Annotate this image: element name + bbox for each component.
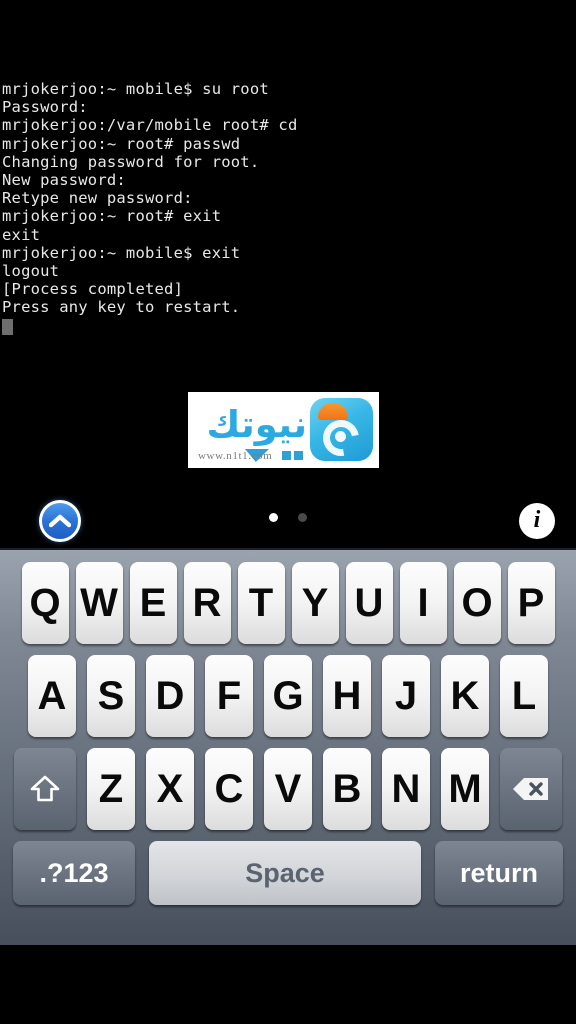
- terminal-line: Retype new password:: [2, 189, 193, 208]
- info-button[interactable]: i: [519, 503, 555, 539]
- brand-mark-icon: [310, 398, 373, 461]
- terminal-line: mrjokerjoo:~ mobile$ exit: [2, 243, 241, 262]
- keyboard-row-4: .?123 Space return: [0, 841, 576, 905]
- page-indicator-dots[interactable]: [0, 513, 576, 522]
- terminal-cursor: [2, 318, 13, 335]
- brand-mark-dot: [335, 431, 346, 442]
- key-g[interactable]: G: [264, 655, 312, 737]
- key-s[interactable]: S: [87, 655, 135, 737]
- watermark-bars-icon: [282, 451, 303, 460]
- terminal-line: [Process completed]: [2, 280, 184, 299]
- key-x[interactable]: X: [146, 748, 194, 830]
- key-y[interactable]: Y: [291, 562, 339, 644]
- keyboard-row-3: Z X C V B N M: [0, 748, 576, 830]
- key-f[interactable]: F: [205, 655, 253, 737]
- key-u[interactable]: U: [345, 562, 393, 644]
- key-numbers-symbols[interactable]: .?123: [13, 841, 135, 905]
- key-h[interactable]: H: [323, 655, 371, 737]
- key-j[interactable]: J: [382, 655, 430, 737]
- key-q[interactable]: Q: [21, 562, 69, 644]
- watermark-bar: [294, 451, 303, 460]
- key-p[interactable]: P: [507, 562, 555, 644]
- key-t[interactable]: T: [237, 562, 285, 644]
- info-icon: i: [533, 507, 541, 533]
- key-m[interactable]: M: [441, 748, 489, 830]
- terminal-line: New password:: [2, 171, 126, 190]
- key-c[interactable]: C: [205, 748, 253, 830]
- watermark-logo: نيوتك www.n1t1.com: [188, 392, 379, 468]
- key-backspace[interactable]: [500, 748, 562, 830]
- key-a[interactable]: A: [28, 655, 76, 737]
- key-e[interactable]: E: [129, 562, 177, 644]
- page-dot-1[interactable]: [269, 513, 278, 522]
- terminal-line: exit: [2, 225, 41, 244]
- terminal-line: mrjokerjoo:~ root# passwd: [2, 134, 241, 153]
- key-n[interactable]: N: [382, 748, 430, 830]
- key-z[interactable]: Z: [87, 748, 135, 830]
- key-r[interactable]: R: [183, 562, 231, 644]
- terminal-line: mrjokerjoo:~ mobile$ su root: [2, 80, 269, 98]
- terminal-output: mrjokerjoo:~ mobile$ su root Password: m…: [2, 80, 576, 335]
- keyboard-row-2: A S D F G H J K L: [0, 655, 576, 737]
- terminal-line: logout: [2, 262, 60, 281]
- page-dot-2[interactable]: [298, 513, 307, 522]
- terminal-line: mrjokerjoo:/var/mobile root# cd: [2, 116, 298, 135]
- key-w[interactable]: W: [75, 562, 123, 644]
- terminal-line: mrjokerjoo:~ root# exit: [2, 207, 222, 226]
- watermark-arabic-text: نيوتك: [206, 403, 308, 446]
- watermark-url: www.n1t1.com: [198, 450, 273, 462]
- key-return[interactable]: return: [435, 841, 563, 905]
- terminal-line: Password:: [2, 98, 88, 117]
- key-b[interactable]: B: [323, 748, 371, 830]
- onscreen-keyboard: Q W E R T Y U I O P A S D F G H J K L Z …: [0, 548, 576, 945]
- brand-mark-orange-accent: [318, 403, 348, 420]
- key-k[interactable]: K: [441, 655, 489, 737]
- shift-arrow-up-icon: [29, 774, 61, 804]
- watermark-bar: [282, 451, 291, 460]
- key-space[interactable]: Space: [149, 841, 421, 905]
- key-o[interactable]: O: [453, 562, 501, 644]
- key-shift[interactable]: [14, 748, 76, 830]
- key-i[interactable]: I: [399, 562, 447, 644]
- key-v[interactable]: V: [264, 748, 312, 830]
- key-l[interactable]: L: [500, 655, 548, 737]
- terminal-line: Changing password for root.: [2, 152, 260, 171]
- terminal-line: Press any key to restart.: [2, 298, 241, 317]
- backspace-delete-icon: [512, 776, 550, 802]
- keyboard-row-1: Q W E R T Y U I O P: [0, 562, 576, 644]
- key-d[interactable]: D: [146, 655, 194, 737]
